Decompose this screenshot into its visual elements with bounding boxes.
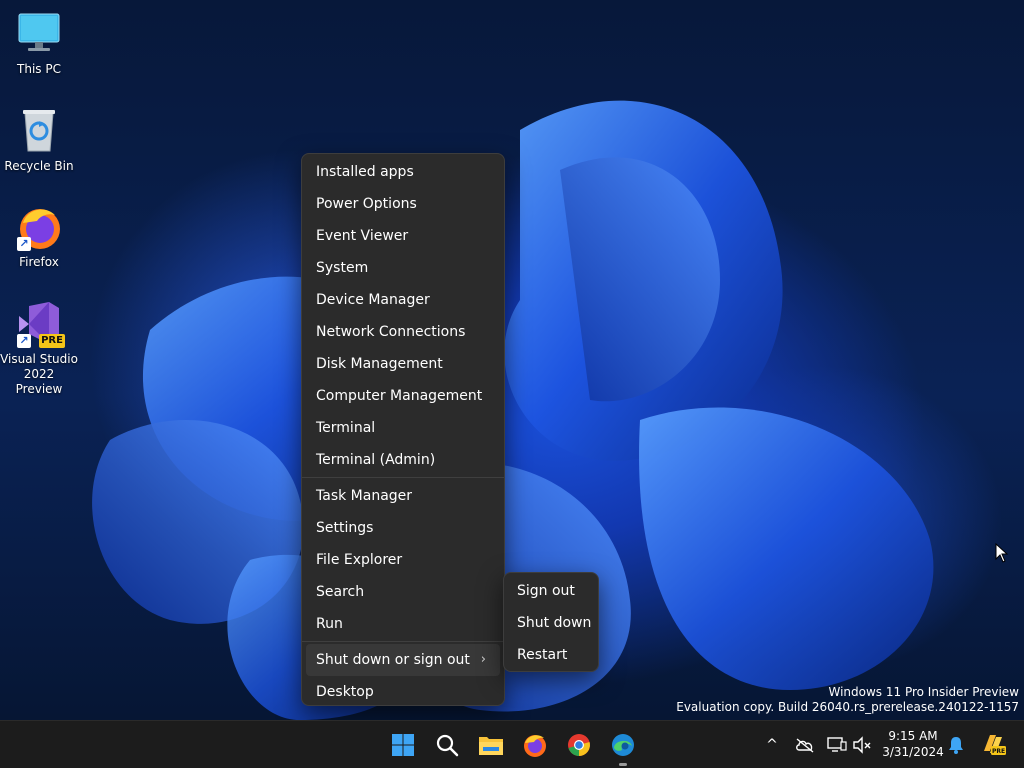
menu-separator	[302, 477, 504, 478]
submenu-item-restart[interactable]: Restart	[508, 639, 594, 671]
menu-item-system[interactable]: System	[306, 252, 500, 284]
menu-item-task-manager[interactable]: Task Manager	[306, 480, 500, 512]
menu-item-terminal[interactable]: Terminal	[306, 412, 500, 444]
desktop-icon-label: Recycle Bin	[4, 159, 74, 173]
firefox-icon[interactable]	[519, 729, 551, 761]
menu-item-file-explorer[interactable]: File Explorer	[306, 544, 500, 576]
menu-item-run[interactable]: Run	[306, 608, 500, 640]
desktop-icon-visual-studio[interactable]: ↗ PRE Visual Studio 2022 Preview	[0, 300, 78, 397]
winx-context-menu: Installed apps Power Options Event Viewe…	[301, 153, 505, 706]
menu-item-disk-management[interactable]: Disk Management	[306, 348, 500, 380]
menu-item-network-connections[interactable]: Network Connections	[306, 316, 500, 348]
start-icon[interactable]	[387, 729, 419, 761]
menu-item-terminal-admin[interactable]: Terminal (Admin)	[306, 444, 500, 476]
menu-item-shut-down-or-sign-out[interactable]: Shut down or sign out ›	[306, 644, 500, 676]
desktop-icon-label: Visual Studio 2022 Preview	[0, 352, 78, 396]
desktop-icon-recycle-bin[interactable]: Recycle Bin	[0, 107, 78, 174]
volume-muted-icon[interactable]	[852, 735, 872, 755]
menu-item-settings[interactable]: Settings	[306, 512, 500, 544]
watermark-line-edition: Windows 11 Pro Insider Preview	[828, 685, 1019, 699]
submenu-item-shut-down[interactable]: Shut down	[508, 607, 594, 639]
svg-text:PRE: PRE	[992, 748, 1005, 755]
firefox-icon: ↗	[15, 203, 63, 251]
desktop-icon-label: This PC	[17, 62, 61, 76]
menu-item-device-manager[interactable]: Device Manager	[306, 284, 500, 316]
taskbar-clock[interactable]: 9:15 AM 3/31/2024	[876, 728, 950, 760]
copilot-preview-icon[interactable]: PRE	[980, 731, 1006, 757]
shortcut-arrow-icon: ↗	[17, 237, 31, 251]
monitor-icon	[15, 10, 63, 58]
onedrive-offline-icon[interactable]	[795, 735, 815, 755]
submenu-item-sign-out[interactable]: Sign out	[508, 575, 594, 607]
menu-item-label: Shut down or sign out	[316, 652, 470, 668]
watermark-line-build: Evaluation copy. Build 26040.rs_prerelea…	[676, 700, 1019, 714]
clock-date: 3/31/2024	[882, 745, 944, 759]
shortcut-arrow-icon: ↗	[17, 334, 31, 348]
network-icon[interactable]	[827, 735, 847, 755]
edge-icon[interactable]	[607, 729, 639, 761]
desktop-icon-this-pc[interactable]: This PC	[0, 10, 78, 77]
mouse-cursor-icon	[995, 542, 1009, 567]
desktop-icon-firefox[interactable]: ↗ Firefox	[0, 203, 78, 270]
search-icon[interactable]	[431, 729, 463, 761]
menu-item-computer-management[interactable]: Computer Management	[306, 380, 500, 412]
menu-item-power-options[interactable]: Power Options	[306, 188, 500, 220]
chevron-up-icon: ^	[766, 737, 778, 753]
active-app-indicator	[619, 763, 627, 766]
menu-separator	[302, 641, 504, 642]
chevron-right-icon: ›	[480, 652, 486, 667]
desktop-icon-label: Firefox	[19, 255, 59, 269]
shutdown-submenu: Sign out Shut down Restart	[503, 572, 599, 672]
menu-item-installed-apps[interactable]: Installed apps	[306, 156, 500, 188]
recycle-bin-icon	[15, 107, 63, 155]
taskbar: ^ 9:15 AM 3/31/2024 PRE	[0, 720, 1024, 768]
show-hidden-icons-button[interactable]: ^	[762, 735, 782, 755]
menu-item-search[interactable]: Search	[306, 576, 500, 608]
clock-time: 9:15 AM	[888, 729, 938, 743]
chrome-icon[interactable]	[563, 729, 595, 761]
build-watermark: Windows 11 Pro Insider Preview Evaluatio…	[676, 685, 1019, 715]
preview-badge: PRE	[39, 334, 65, 348]
visual-studio-icon: ↗ PRE	[15, 300, 65, 348]
menu-item-desktop[interactable]: Desktop	[306, 676, 500, 708]
menu-item-event-viewer[interactable]: Event Viewer	[306, 220, 500, 252]
notification-bell-icon[interactable]	[946, 735, 966, 755]
file-explorer-icon[interactable]	[475, 729, 507, 761]
